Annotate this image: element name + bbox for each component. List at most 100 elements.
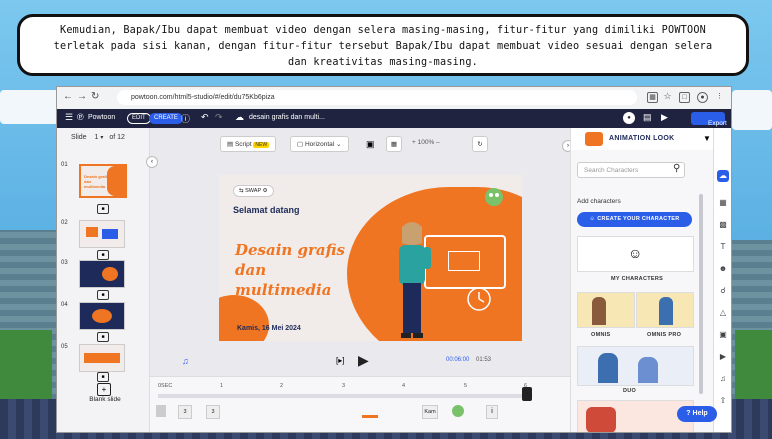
- woman-character-illustration[interactable]: [389, 217, 435, 341]
- thumb-shape: [92, 309, 112, 323]
- animation-look-header[interactable]: ANIMATION LOOK ▼: [571, 128, 714, 150]
- slide-options-button[interactable]: ■: [97, 290, 109, 300]
- upload-icon[interactable]: ⇧: [718, 396, 728, 406]
- document-title[interactable]: desain grafis dan multi...: [249, 114, 325, 121]
- script-icon: ▤: [227, 141, 234, 148]
- create-your-character-button[interactable]: ☺ CREATE YOUR CHARACTER: [577, 212, 692, 227]
- share-icon[interactable]: ▤: [643, 112, 652, 123]
- fit-screen-icon[interactable]: [▸]: [336, 356, 344, 365]
- orientation-select[interactable]: ▢ Horizontal ⌄: [290, 136, 349, 152]
- bookmark-star-icon[interactable]: ☆: [663, 92, 672, 101]
- slide-date-text[interactable]: Kamis, 16 Mei 2024: [237, 325, 301, 332]
- search-icon[interactable]: ⚲: [673, 163, 680, 174]
- zoom-control[interactable]: + 100% –: [412, 139, 440, 146]
- forward-icon[interactable]: →: [77, 91, 87, 102]
- thumb-title: Desain grafis dan multimedia: [84, 174, 109, 189]
- characters-icon[interactable]: ☻: [718, 264, 728, 274]
- hamburger-menu-icon[interactable]: ☰: [65, 112, 73, 123]
- collapse-left-panel-button[interactable]: ‹: [146, 156, 158, 168]
- create-mode-button[interactable]: CREATE: [149, 113, 183, 124]
- omnis-pro-label: OMNIS PRO: [647, 332, 682, 338]
- preview-play-icon[interactable]: ▶: [661, 112, 668, 123]
- search-characters-input[interactable]: Search Characters: [577, 162, 685, 178]
- slide-thumbnail-2[interactable]: [79, 220, 125, 248]
- my-characters-card[interactable]: ☺: [577, 236, 694, 272]
- collaborator-avatar[interactable]: ●: [623, 112, 635, 124]
- profile-icon[interactable]: ●: [697, 92, 708, 103]
- timeline-tick: 3: [342, 383, 346, 389]
- timeline-shape-element[interactable]: [362, 407, 378, 418]
- extension-icon[interactable]: □: [679, 92, 690, 103]
- shapes-icon[interactable]: △: [718, 308, 728, 318]
- gear-icon[interactable]: ⚙: [263, 188, 268, 194]
- reload-icon[interactable]: ↻: [91, 91, 99, 102]
- export-button[interactable]: Export: [691, 112, 727, 127]
- slide-number: 04: [61, 302, 68, 308]
- zoom-level: 100%: [417, 139, 435, 146]
- slide-thumbnail-1[interactable]: Desain grafis dan multimedia: [79, 164, 127, 198]
- animation-look-icon: [585, 132, 603, 146]
- image-icon[interactable]: ▣: [718, 330, 728, 340]
- duo-character-card[interactable]: [577, 346, 694, 386]
- timeline-element-box[interactable]: Kam: [422, 405, 438, 419]
- back-icon[interactable]: ←: [63, 91, 73, 102]
- slide-thumbnail-3[interactable]: [79, 260, 125, 288]
- translate-icon[interactable]: ▦: [647, 92, 658, 103]
- props-icon[interactable]: ☌: [718, 286, 728, 296]
- thumb-shape: [86, 227, 98, 237]
- address-bar[interactable]: powtoon.com/html5-studio/#/edit/du75Kb6p…: [117, 90, 637, 105]
- timeline[interactable]: 0SEC 1 2 3 4 5 6 3 3 Kam i: [150, 376, 570, 432]
- slide-options-button[interactable]: ■: [97, 372, 109, 382]
- slide-thumbnail-5[interactable]: [79, 344, 125, 372]
- timeline-character-element[interactable]: [452, 405, 464, 417]
- caption-line: terletak pada sisi kanan, dengan fitur-f…: [53, 41, 713, 52]
- powtoon-logo-icon[interactable]: ℗: [77, 112, 84, 122]
- current-time: 00:06:00: [446, 357, 470, 363]
- slide-canvas[interactable]: ⇆ SWAP ⚙ Selamat datang Desain grafis da…: [219, 175, 522, 341]
- slide-options-button[interactable]: ■: [97, 250, 109, 260]
- mascot-character-icon[interactable]: [481, 183, 507, 209]
- slide-number-select[interactable]: 1: [95, 134, 99, 141]
- camera-icon[interactable]: ▣: [366, 139, 375, 150]
- character-category-icon[interactable]: ☁: [717, 170, 729, 182]
- chevron-down-icon[interactable]: ▼: [703, 134, 711, 143]
- panel-scrollbar[interactable]: [699, 194, 703, 394]
- help-circle-icon[interactable]: ⓘ: [181, 112, 190, 125]
- swap-button[interactable]: ⇆ SWAP ⚙: [233, 185, 274, 197]
- add-character-icon: ☺: [589, 216, 596, 222]
- music-note-icon[interactable]: ♫: [182, 356, 189, 366]
- slide-options-button[interactable]: ■: [97, 332, 109, 342]
- blank-slide-label[interactable]: Blank slide: [87, 396, 123, 403]
- timeline-element-box[interactable]: 3: [178, 405, 192, 419]
- menu-icon[interactable]: ⋮: [715, 92, 724, 101]
- omnis-pro-character-card[interactable]: [636, 292, 694, 328]
- redo-icon[interactable]: ↷: [215, 112, 223, 123]
- music-icon[interactable]: ♫: [718, 374, 728, 384]
- timeline-playhead[interactable]: [522, 387, 532, 401]
- undo-icon[interactable]: ↶: [201, 112, 209, 123]
- script-button[interactable]: ▤ Script NEW: [220, 136, 277, 152]
- layout-icon[interactable]: ▦: [718, 198, 728, 208]
- browser-toolbar: ← → ↻ powtoon.com/html5-studio/#/edit/du…: [57, 87, 731, 110]
- refresh-button[interactable]: ↻: [472, 136, 488, 152]
- swap-label: SWAP: [245, 188, 262, 194]
- grid-toggle-button[interactable]: ▦: [386, 136, 402, 152]
- timeline-info-element[interactable]: i: [486, 405, 498, 419]
- timeline-layer-icon[interactable]: [156, 405, 166, 417]
- slide-title-text[interactable]: Desain grafis dan multimedia: [235, 240, 345, 300]
- thumb-shape: [102, 267, 118, 281]
- video-icon[interactable]: ▶: [718, 352, 728, 362]
- play-button[interactable]: ▶: [358, 352, 369, 369]
- pattern-icon[interactable]: ▩: [718, 220, 728, 230]
- omnis-character-card[interactable]: [577, 292, 635, 328]
- slide-thumbnail-4[interactable]: [79, 302, 125, 330]
- add-blank-slide-icon[interactable]: +: [97, 383, 111, 396]
- text-icon[interactable]: T: [718, 242, 728, 252]
- caption-line: dan kreativitas masing-masing.: [287, 57, 478, 68]
- timeline-element-box[interactable]: 3: [206, 405, 220, 419]
- help-button[interactable]: ? Help: [677, 406, 717, 422]
- edit-mode-button[interactable]: EDIT: [127, 113, 151, 124]
- slide-greeting-text[interactable]: Selamat datang: [233, 205, 300, 215]
- slide-options-button[interactable]: ■: [97, 204, 109, 214]
- chevron-down-icon[interactable]: ▾: [100, 135, 103, 141]
